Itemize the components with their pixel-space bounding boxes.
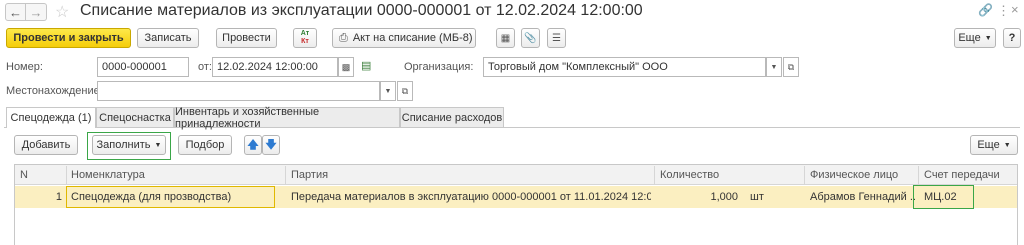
move-up-button[interactable]: 🡅 [244, 135, 262, 155]
number-label: Номер: [6, 61, 43, 73]
exchange-rate-icon[interactable]: ▤ [361, 59, 371, 72]
tab-inventory[interactable]: Инвентарь и хозяйственные принадлежности [174, 106, 400, 130]
arrow-left-icon: ← [9, 4, 22, 20]
arrow-up-icon: 🡅 [247, 138, 259, 151]
chevron-down-icon: ▼ [984, 34, 992, 42]
location-field[interactable] [97, 81, 380, 101]
favorite-star-icon[interactable]: ☆ [55, 2, 69, 22]
report-button[interactable]: ☰ [547, 28, 566, 48]
save-button[interactable]: Записать [137, 28, 199, 48]
tab-special-clothing[interactable]: Спецодежда (1) [6, 107, 96, 128]
link-icon[interactable]: 🔗 [978, 3, 993, 17]
act-writeoff-label: Акт на списание (МБ-8) [352, 32, 473, 44]
chevron-down-icon: ▼ [384, 87, 392, 95]
fill-label: Заполнить [96, 139, 151, 151]
organization-dropdown-button[interactable]: ▼ [766, 57, 782, 77]
close-icon[interactable]: × [1011, 2, 1019, 17]
location-dropdown-button[interactable]: ▼ [380, 81, 396, 101]
chevron-down-icon: ▼ [154, 141, 162, 149]
organization-field[interactable]: Торговый дом "Комплексный" ООО [483, 57, 766, 77]
dt-kt-button[interactable]: Ат Кт [293, 28, 317, 48]
date-field[interactable]: 12.02.2024 12:00:00 [212, 57, 338, 77]
column-divider [654, 166, 655, 184]
add-button[interactable]: Добавить [14, 135, 78, 155]
row-number: 1 [55, 191, 62, 203]
forward-button[interactable]: → [26, 3, 47, 21]
attach-button[interactable]: 📎 [521, 28, 540, 48]
chevron-down-icon: ▼ [1003, 141, 1011, 149]
column-divider [66, 166, 67, 184]
document-list-icon: ☰ [552, 32, 561, 44]
unit-cell: шт [750, 191, 764, 203]
chevron-down-icon: ▼ [770, 63, 778, 71]
column-header-quantity[interactable]: Количество [660, 166, 719, 184]
printer-icon: ⎙ [339, 31, 348, 44]
paperclip-icon: 📎 [524, 32, 537, 44]
structure-icon: ▦ [500, 32, 511, 44]
tab-special-equipment[interactable]: Спецоснастка [96, 107, 174, 127]
dt-kt-icon-bottom: Кт [301, 38, 309, 45]
more-button[interactable]: Еще ▼ [954, 28, 996, 48]
calendar-button[interactable]: ▩ [338, 57, 354, 77]
column-header-nomenclature[interactable]: Номенклатура [71, 166, 145, 184]
number-field[interactable]: 0000-000001 [97, 57, 189, 77]
location-open-button[interactable]: ⧉ [397, 81, 413, 101]
select-button[interactable]: Подбор [178, 135, 232, 155]
date-label: от: [198, 61, 212, 73]
tabs-baseline [4, 127, 1020, 128]
arrow-right-icon: → [29, 4, 43, 20]
column-header-batch[interactable]: Партия [291, 166, 328, 184]
arrow-down-icon: 🡇 [265, 138, 277, 151]
column-divider [285, 166, 286, 184]
help-button[interactable]: ? [1003, 28, 1021, 48]
column-header-person[interactable]: Физическое лицо [810, 166, 898, 184]
open-link-icon: ⧉ [401, 85, 409, 96]
back-button[interactable]: ← [5, 3, 26, 21]
column-header-n[interactable]: N [20, 166, 28, 184]
more-vertical-icon[interactable]: ⋮ [997, 3, 1010, 19]
account-cell[interactable]: МЦ.02 [924, 186, 970, 208]
organization-open-button[interactable]: ⧉ [783, 57, 799, 77]
open-link-icon: ⧉ [787, 61, 795, 72]
location-label: Местонахождение: [6, 85, 103, 97]
more-label: Еще [958, 32, 981, 44]
column-header-account[interactable]: Счет передачи [924, 166, 1000, 184]
organization-label: Организация: [404, 61, 474, 73]
table-more-button[interactable]: Еще ▼ [970, 135, 1018, 155]
calendar-icon: ▩ [341, 61, 351, 72]
post-button[interactable]: Провести [216, 28, 277, 48]
post-and-close-button[interactable]: Провести и закрыть [6, 28, 131, 48]
tab-expense-writeoff[interactable]: Списание расходов [400, 107, 504, 127]
table-more-label: Еще [977, 139, 1000, 151]
move-down-button[interactable]: 🡇 [262, 135, 280, 155]
column-divider [804, 166, 805, 184]
fill-button[interactable]: Заполнить ▼ [92, 135, 166, 155]
column-divider [918, 166, 919, 184]
act-writeoff-button[interactable]: ⎙ Акт на списание (МБ-8) [332, 28, 476, 48]
quantity-cell[interactable]: 1,000 [660, 186, 738, 208]
nomenclature-cell[interactable]: Спецодежда (для прозводства) [71, 186, 271, 208]
dt-kt-icon-top: Ат [300, 30, 310, 37]
batch-cell[interactable]: Передача материалов в эксплуатацию 0000-… [291, 186, 651, 208]
person-cell[interactable]: Абрамов Геннадий ... [810, 186, 916, 208]
structure-button[interactable]: ▦ [496, 28, 515, 48]
window-title: Списание материалов из эксплуатации 0000… [80, 2, 643, 19]
